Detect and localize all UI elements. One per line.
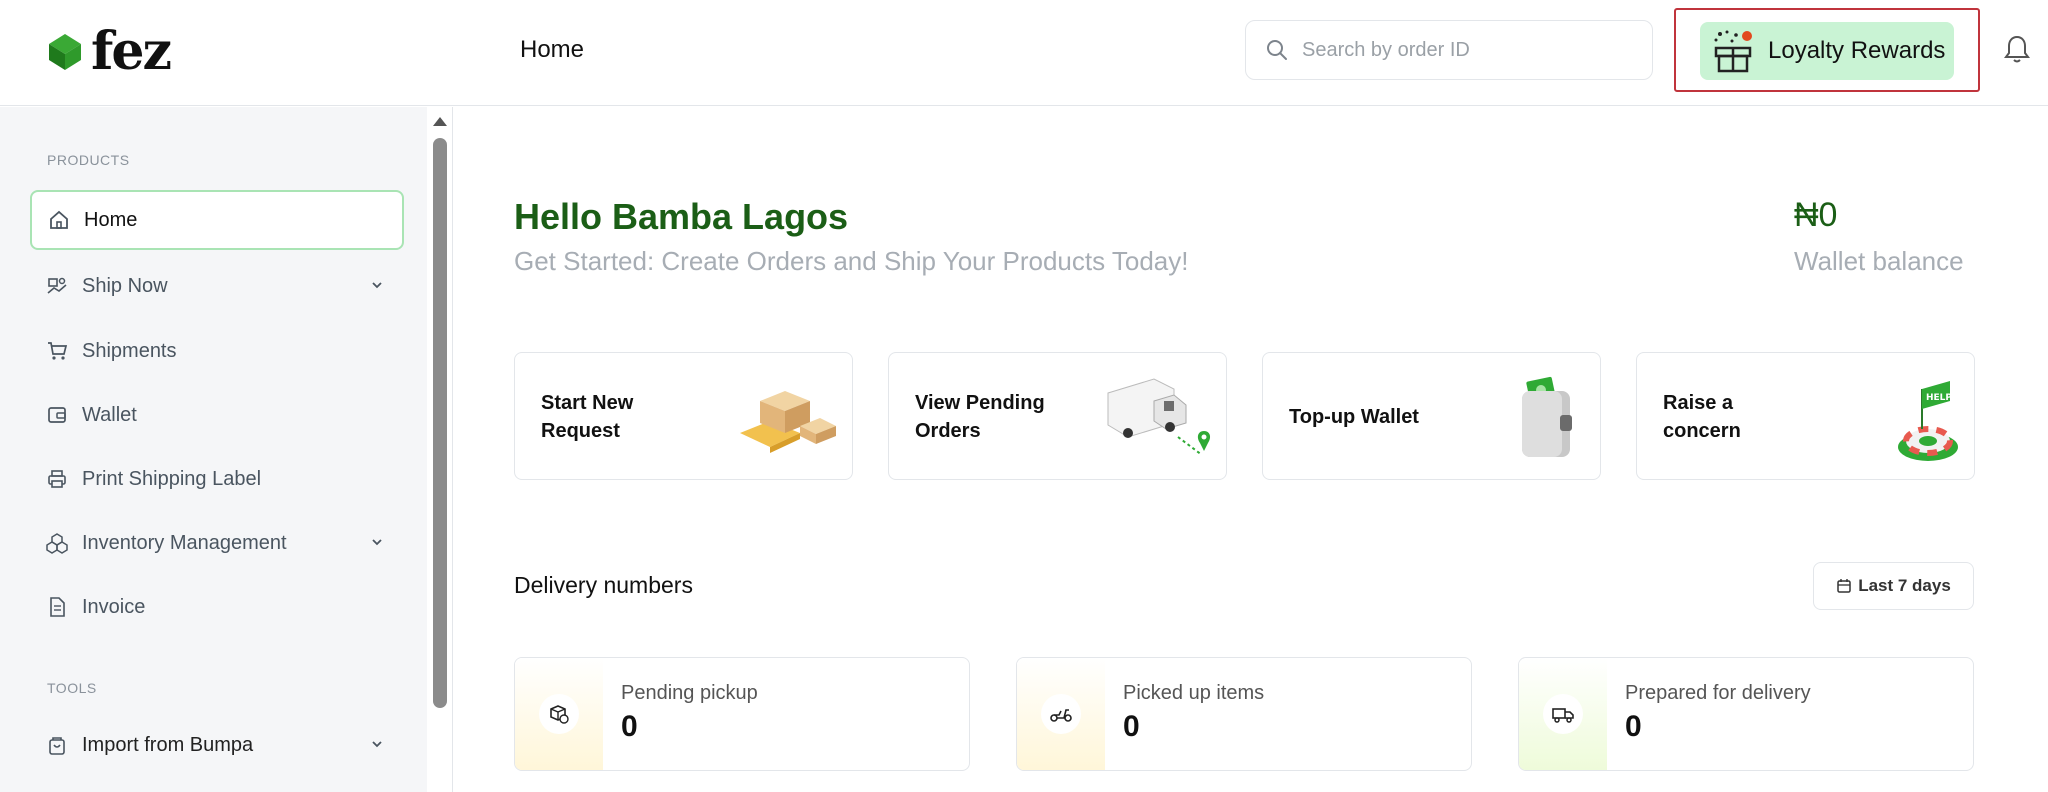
sidebar-item-label: Inventory Management: [82, 531, 287, 554]
calendar-icon: [1837, 579, 1851, 593]
chevron-down-icon: [372, 282, 382, 289]
card-label: Start New Request: [541, 392, 634, 442]
sidebar-item-invoice[interactable]: Invoice: [30, 577, 404, 637]
sidebar-item-inventory-management[interactable]: Inventory Management: [30, 513, 404, 573]
raise-concern-card[interactable]: Raise a concern HELP: [1636, 352, 1975, 480]
stat-card-pending-pickup: Pending pickup 0: [514, 657, 970, 771]
logo-mark-icon: [49, 34, 81, 70]
date-range-button[interactable]: Last 7 days: [1813, 562, 1974, 610]
wallet-icon: [48, 407, 66, 423]
page-title: Home: [520, 36, 585, 63]
sidebar-item-label: Import from Bumpa: [82, 733, 254, 756]
stat-label: Picked up items: [1123, 682, 1265, 704]
subtitle: Get Started: Create Orders and Ship Your…: [514, 246, 1189, 276]
stat-label: Pending pickup: [621, 682, 758, 704]
sidebar-item-label: Ship Now: [82, 274, 168, 297]
sidebar-item-home[interactable]: Home: [30, 190, 404, 250]
search-input[interactable]: [1302, 38, 1632, 62]
search-box[interactable]: [1245, 20, 1653, 80]
stat-label: Prepared for delivery: [1625, 682, 1811, 704]
scroll-thumb[interactable]: [433, 138, 447, 708]
document-icon: [50, 597, 65, 617]
scooter-icon: [1041, 694, 1081, 734]
card-label: Top-up Wallet: [1289, 406, 1419, 428]
chevron-down-icon: [372, 539, 382, 546]
notification-dot: [1742, 31, 1752, 41]
cart-icon: [48, 342, 68, 360]
card-label: View Pending Orders: [915, 392, 1045, 442]
top-up-wallet-card[interactable]: Top-up Wallet: [1262, 352, 1601, 480]
help-buoy-illustration: HELP: [1898, 381, 1958, 461]
stat-value: 0: [1625, 710, 1642, 743]
top-bar: fez Home Loyalty Rewards: [0, 0, 2048, 106]
stat-card-picked-up-items: Picked up items 0: [1016, 657, 1472, 771]
sidebar-item-ship-now[interactable]: Ship Now: [30, 256, 404, 316]
loyalty-rewards-label: Loyalty Rewards: [1768, 37, 1946, 64]
start-new-request-card[interactable]: Start New Request: [514, 352, 853, 480]
bag-icon: [49, 737, 65, 755]
stat-value: 0: [621, 710, 638, 743]
sidebar-item-label: Shipments: [82, 339, 177, 362]
greeting: Hello Bamba Lagos: [514, 196, 849, 237]
home-icon: [50, 210, 68, 229]
ship-icon: [47, 277, 67, 294]
sidebar-item-label: Wallet: [82, 403, 137, 426]
sidebar-item-import-from-bumpa[interactable]: Import from Bumpa: [30, 715, 404, 775]
sidebar-scrollbar[interactable]: [430, 113, 450, 713]
view-pending-orders-card[interactable]: View Pending Orders: [888, 352, 1227, 480]
logo-text: fez: [91, 21, 172, 82]
sidebar-item-wallet[interactable]: Wallet: [30, 385, 404, 445]
boxes-icon: [46, 533, 68, 554]
gift-icon: [1712, 29, 1754, 73]
loyalty-rewards-button[interactable]: Loyalty Rewards: [1700, 22, 1954, 80]
stat-card-prepared-for-delivery: Prepared for delivery 0: [1518, 657, 1974, 771]
products-section-label: PRODUCTS: [47, 152, 130, 168]
tools-section-label: TOOLS: [47, 680, 97, 696]
truck-icon: [1543, 694, 1583, 734]
card-label: Raise a concern: [1663, 392, 1741, 442]
sidebar: PRODUCTS Home Ship Now Shipments Wallet: [0, 107, 427, 792]
stat-value: 0: [1123, 710, 1140, 743]
sidebar-item-label: Print Shipping Label: [82, 467, 262, 490]
van-illustration: [1107, 378, 1211, 456]
printer-icon: [48, 470, 66, 488]
logo[interactable]: fez: [45, 21, 172, 82]
chevron-down-icon: [372, 741, 382, 748]
sidebar-item-label: Home: [84, 208, 138, 231]
date-range-label: Last 7 days: [1858, 576, 1951, 595]
delivery-numbers-title: Delivery numbers: [514, 572, 693, 598]
sidebar-item-label: Invoice: [82, 595, 146, 618]
package-clock-icon: [539, 694, 579, 734]
search-icon: [1267, 40, 1287, 60]
bell-icon[interactable]: [2004, 34, 2030, 64]
wallet-balance-label: Wallet balance: [1794, 246, 1964, 276]
wallet-illustration: [1522, 376, 1572, 457]
divider: [452, 107, 453, 792]
sidebar-item-print-shipping-label[interactable]: Print Shipping Label: [30, 449, 404, 509]
sidebar-item-shipments[interactable]: Shipments: [30, 321, 404, 381]
svg-text:HELP: HELP: [1926, 393, 1952, 403]
scroll-up-arrow[interactable]: [433, 117, 447, 126]
boxes-illustration: [740, 391, 836, 453]
wallet-balance-amount: ₦0: [1794, 196, 1838, 234]
